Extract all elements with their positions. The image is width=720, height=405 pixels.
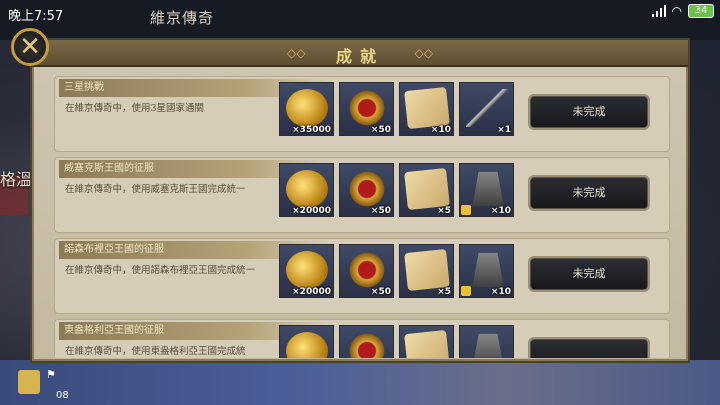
reward-gold[interactable] bbox=[279, 325, 334, 358]
achievements-panel: ◇◇ 成就 ◇◇ 三星挑戰 在維京傳奇中，使用3星國家通關 ×35000 ×50 ×10… bbox=[30, 38, 690, 363]
gold-icon bbox=[286, 251, 328, 289]
reward-quantity: ×35000 bbox=[292, 125, 331, 135]
gold-icon bbox=[286, 89, 328, 127]
scroll-icon bbox=[404, 248, 450, 292]
ornament-right-icon: ◇◇ bbox=[414, 46, 433, 60]
achievement-description: 在維京傳奇中，使用威塞克斯王國完成統一 bbox=[65, 184, 246, 195]
close-button[interactable]: ✕ bbox=[11, 28, 49, 66]
reward-list bbox=[279, 325, 514, 358]
flag-icon[interactable]: ⚑ bbox=[46, 368, 56, 381]
scroll-icon bbox=[404, 167, 450, 211]
scroll-icon bbox=[404, 86, 450, 130]
siege-icon bbox=[472, 171, 504, 207]
reward-quantity: ×10 bbox=[430, 125, 451, 135]
reward-medal[interactable]: ×50 bbox=[339, 163, 394, 217]
medal-icon bbox=[346, 89, 388, 127]
reward-gold[interactable]: ×35000 bbox=[279, 82, 334, 136]
medal-icon bbox=[346, 170, 388, 208]
achievement-row: 諾森布裡亞王國的征服 在維京傳奇中，使用諾森布裡亞王國完成統一 ×20000 ×50 ×… bbox=[54, 238, 670, 314]
reward-gold[interactable]: ×20000 bbox=[279, 244, 334, 298]
achievement-row: 威塞克斯王國的征服 在維京傳奇中，使用威塞克斯王國完成統一 ×20000 ×50 ×5 ×… bbox=[54, 157, 670, 233]
siege-icon bbox=[472, 252, 504, 288]
achievement-row: 三星挑戰 在維京傳奇中，使用3星國家通關 ×35000 ×50 ×10 ×1 未完成 bbox=[54, 76, 670, 152]
wifi-icon: ◠ bbox=[671, 4, 682, 18]
reward-quantity: ×20000 bbox=[292, 206, 331, 216]
panel-header: ◇◇ 成就 ◇◇ bbox=[32, 40, 688, 67]
reward-medal[interactable]: ×50 bbox=[339, 82, 394, 136]
reward-siege[interactable] bbox=[459, 325, 514, 358]
achievement-list[interactable]: 三星挑戰 在維京傳奇中，使用3星國家通關 ×35000 ×50 ×10 ×1 未完成 威塞克斯… bbox=[54, 76, 670, 358]
turn-counter: 08 bbox=[56, 390, 69, 401]
panel-title: 成就 bbox=[335, 47, 384, 66]
close-icon: ✕ bbox=[19, 32, 41, 62]
siege-icon bbox=[472, 333, 504, 358]
spear-icon bbox=[466, 89, 508, 127]
medal-icon bbox=[346, 251, 388, 289]
gold-icon bbox=[286, 170, 328, 208]
reward-quantity: ×50 bbox=[370, 206, 391, 216]
reward-quantity: ×5 bbox=[437, 206, 451, 216]
reward-quantity: ×50 bbox=[370, 287, 391, 297]
achievement-description: 在維京傳奇中，使用3星國家通關 bbox=[65, 103, 205, 114]
signal-icon bbox=[651, 5, 666, 17]
save-icon[interactable] bbox=[18, 370, 40, 394]
achievement-status-button[interactable] bbox=[530, 339, 648, 358]
reward-spear[interactable]: ×1 bbox=[459, 82, 514, 136]
scroll-icon bbox=[404, 329, 450, 358]
reward-siege[interactable]: ×10 bbox=[459, 163, 514, 217]
achievement-status-button[interactable]: 未完成 bbox=[530, 177, 648, 209]
status-bar: 晚上7:57 ◠ 34 bbox=[0, 0, 720, 26]
reward-scroll[interactable]: ×5 bbox=[399, 244, 454, 298]
puzzle-piece-icon bbox=[461, 286, 471, 296]
reward-quantity: ×10 bbox=[490, 287, 511, 297]
reward-medal[interactable] bbox=[339, 325, 394, 358]
achievement-description: 在維京傳奇中，使用東盎格利亞王國完成統 bbox=[65, 346, 246, 357]
reward-list: ×35000 ×50 ×10 ×1 bbox=[279, 82, 514, 136]
reward-list: ×20000 ×50 ×5 ×10 bbox=[279, 244, 514, 298]
reward-quantity: ×20000 bbox=[292, 287, 331, 297]
reward-scroll[interactable]: ×10 bbox=[399, 82, 454, 136]
reward-medal[interactable]: ×50 bbox=[339, 244, 394, 298]
reward-quantity: ×10 bbox=[490, 206, 511, 216]
map-region-label: 格溫 bbox=[0, 170, 33, 189]
battery-icon: 34 bbox=[688, 4, 714, 18]
reward-quantity: ×50 bbox=[370, 125, 391, 135]
reward-list: ×20000 ×50 ×5 ×10 bbox=[279, 163, 514, 217]
clock: 晚上7:57 bbox=[8, 9, 64, 24]
reward-quantity: ×5 bbox=[437, 287, 451, 297]
puzzle-piece-icon bbox=[461, 205, 471, 215]
achievement-description: 在維京傳奇中，使用諾森布裡亞王國完成統一 bbox=[65, 265, 256, 276]
reward-quantity: ×1 bbox=[497, 125, 511, 135]
reward-siege[interactable]: ×10 bbox=[459, 244, 514, 298]
medal-icon bbox=[346, 332, 388, 358]
achievement-status-button[interactable]: 未完成 bbox=[530, 96, 648, 128]
achievement-row: 東盎格利亞王國的征服 在維京傳奇中，使用東盎格利亞王國完成統 bbox=[54, 319, 670, 358]
reward-gold[interactable]: ×20000 bbox=[279, 163, 334, 217]
reward-scroll[interactable]: ×5 bbox=[399, 163, 454, 217]
gold-icon bbox=[286, 332, 328, 358]
reward-scroll[interactable] bbox=[399, 325, 454, 358]
achievement-status-button[interactable]: 未完成 bbox=[530, 258, 648, 290]
